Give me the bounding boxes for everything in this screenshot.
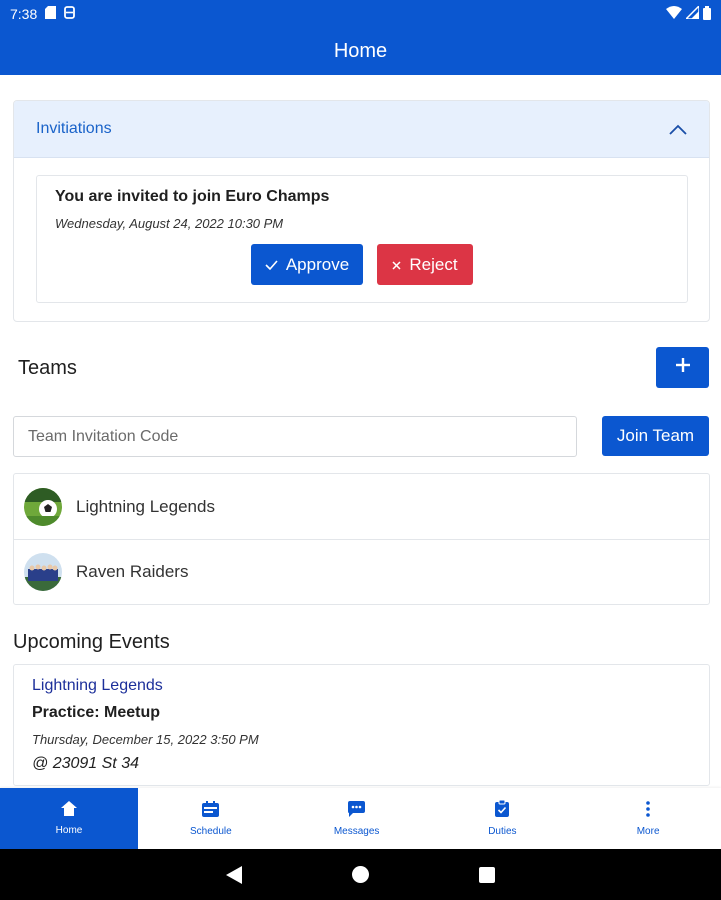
event-team-name: Lightning Legends: [32, 677, 163, 694]
nav-duties[interactable]: Duties: [430, 788, 576, 849]
bottom-nav: Home Schedule Messages Duties More: [0, 788, 721, 849]
invitations-title: Invitiations: [36, 120, 112, 137]
app-bar: Home: [0, 28, 721, 75]
reject-button[interactable]: Reject: [377, 244, 473, 285]
team-avatar: [24, 487, 62, 526]
sim-card-icon: [45, 6, 57, 22]
invitations-header[interactable]: Invitiations: [14, 101, 709, 158]
nav-schedule[interactable]: Schedule: [138, 788, 284, 849]
nav-home[interactable]: Home: [0, 788, 138, 849]
add-team-button[interactable]: [656, 347, 709, 388]
invitations-panel: Invitiations You are invited to join Eur…: [13, 100, 710, 322]
nav-label: Messages: [333, 825, 380, 837]
invitation-title: You are invited to join Euro Champs: [55, 188, 330, 205]
approve-button[interactable]: Approve: [251, 244, 363, 285]
plus-icon: [675, 357, 691, 378]
page-title: Home: [333, 40, 388, 62]
calendar-icon: [202, 800, 220, 820]
more-vertical-icon: [646, 800, 650, 820]
check-icon: [265, 255, 278, 275]
team-avatar: [24, 553, 62, 591]
chat-icon: [348, 800, 366, 820]
home-circle-icon[interactable]: [352, 866, 369, 883]
wifi-icon: [666, 6, 682, 22]
event-location: @ 23091 St 34: [32, 755, 139, 772]
clipboard-icon: [495, 799, 510, 820]
team-name: Lightning Legends: [76, 496, 215, 516]
team-name: Raven Raiders: [76, 562, 189, 581]
event-card[interactable]: Lightning Legends Practice: Meetup Thurs…: [13, 664, 710, 786]
team-invitation-code-input[interactable]: [13, 416, 577, 457]
nav-messages[interactable]: Messages: [284, 788, 430, 849]
nav-label: Duties: [488, 826, 517, 837]
close-icon: [392, 255, 401, 275]
chevron-up-icon[interactable]: [669, 124, 687, 135]
status-bar: 7:38: [0, 0, 721, 28]
invitation-date: Wednesday, August 24, 2022 10:30 PM: [55, 216, 284, 231]
nav-label: More: [636, 825, 660, 837]
team-list: Lightning Legends Raven Raiders: [13, 473, 710, 605]
signal-icon: [684, 4, 700, 22]
battery-icon: [703, 5, 711, 23]
nav-label: Home: [55, 825, 83, 836]
home-icon: [61, 801, 77, 819]
back-icon[interactable]: [226, 865, 242, 884]
invitation-item: You are invited to join Euro Champs Wedn…: [36, 175, 688, 303]
status-time: 7:38: [10, 6, 38, 22]
approve-label: Approve: [285, 254, 350, 274]
nav-more[interactable]: More: [575, 788, 721, 849]
teams-heading: Teams: [18, 357, 77, 379]
team-list-item[interactable]: Raven Raiders: [14, 539, 709, 604]
event-title: Practice: Meetup: [32, 704, 161, 721]
event-date: Thursday, December 15, 2022 3:50 PM: [32, 732, 259, 747]
system-nav-bar: [0, 849, 721, 900]
upcoming-events-heading: Upcoming Events: [13, 631, 170, 653]
recents-icon[interactable]: [479, 866, 495, 883]
team-list-item[interactable]: Lightning Legends: [14, 474, 709, 539]
reject-label: Reject: [409, 254, 458, 274]
sync-icon: [64, 6, 76, 22]
nav-label: Schedule: [190, 825, 232, 837]
join-team-button[interactable]: Join Team: [602, 416, 709, 456]
